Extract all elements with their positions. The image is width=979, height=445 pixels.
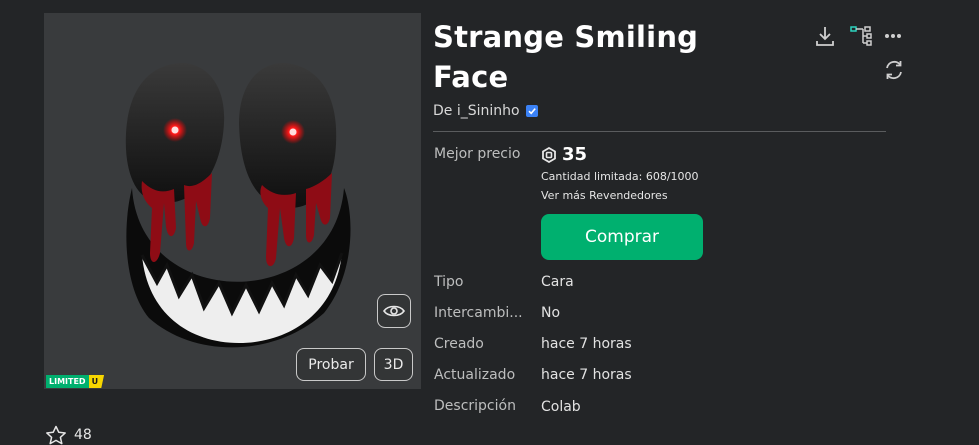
robux-icon bbox=[542, 146, 556, 163]
detail-label-type: Tipo bbox=[434, 274, 464, 290]
item-title: Strange Smiling Face bbox=[433, 20, 699, 94]
detail-label-updated: Actualizado bbox=[434, 367, 516, 383]
creator-line[interactable]: De i_Sininho bbox=[433, 103, 538, 119]
detail-label-created: Creado bbox=[434, 336, 484, 352]
view-button[interactable] bbox=[377, 294, 411, 328]
item-thumbnail: Probar 3D LIMITED U bbox=[44, 13, 421, 389]
more-icon[interactable] bbox=[884, 33, 902, 39]
best-price-label: Mejor precio bbox=[434, 146, 521, 162]
item-image bbox=[125, 63, 351, 348]
limited-label: LIMITED bbox=[46, 375, 89, 388]
try-on-button[interactable]: Probar bbox=[296, 348, 366, 381]
limited-badge: LIMITED U bbox=[46, 375, 105, 388]
quantity-text: Cantidad limitada: 608/1000 bbox=[541, 170, 699, 183]
detail-value-created: hace 7 horas bbox=[541, 336, 632, 352]
price: 35 bbox=[541, 144, 587, 165]
limited-u-label: U bbox=[88, 375, 105, 388]
favorite-button[interactable]: 48 bbox=[45, 425, 92, 445]
favorite-count: 48 bbox=[74, 427, 92, 443]
creator-name[interactable]: De i_Sininho bbox=[433, 103, 520, 119]
detail-label-tradable: Intercambi... bbox=[434, 305, 523, 321]
more-resellers-link[interactable]: Ver más Revendedores bbox=[541, 189, 668, 202]
download-icon[interactable] bbox=[814, 25, 836, 47]
detail-value-tradable: No bbox=[541, 305, 561, 321]
price-value: 35 bbox=[562, 144, 588, 165]
detail-label-description: Descripción bbox=[434, 398, 516, 414]
divider bbox=[433, 131, 886, 132]
eye-icon bbox=[383, 305, 405, 317]
detail-value-description: Colab bbox=[541, 399, 581, 415]
hierarchy-icon[interactable] bbox=[850, 25, 872, 47]
verified-icon bbox=[525, 105, 538, 117]
detail-value-type: Cara bbox=[541, 274, 574, 290]
refresh-icon[interactable] bbox=[883, 59, 905, 81]
detail-value-updated: hace 7 horas bbox=[541, 367, 632, 383]
view-3d-button[interactable]: 3D bbox=[374, 348, 413, 381]
star-icon bbox=[46, 425, 66, 445]
buy-button[interactable]: Comprar bbox=[541, 214, 703, 260]
